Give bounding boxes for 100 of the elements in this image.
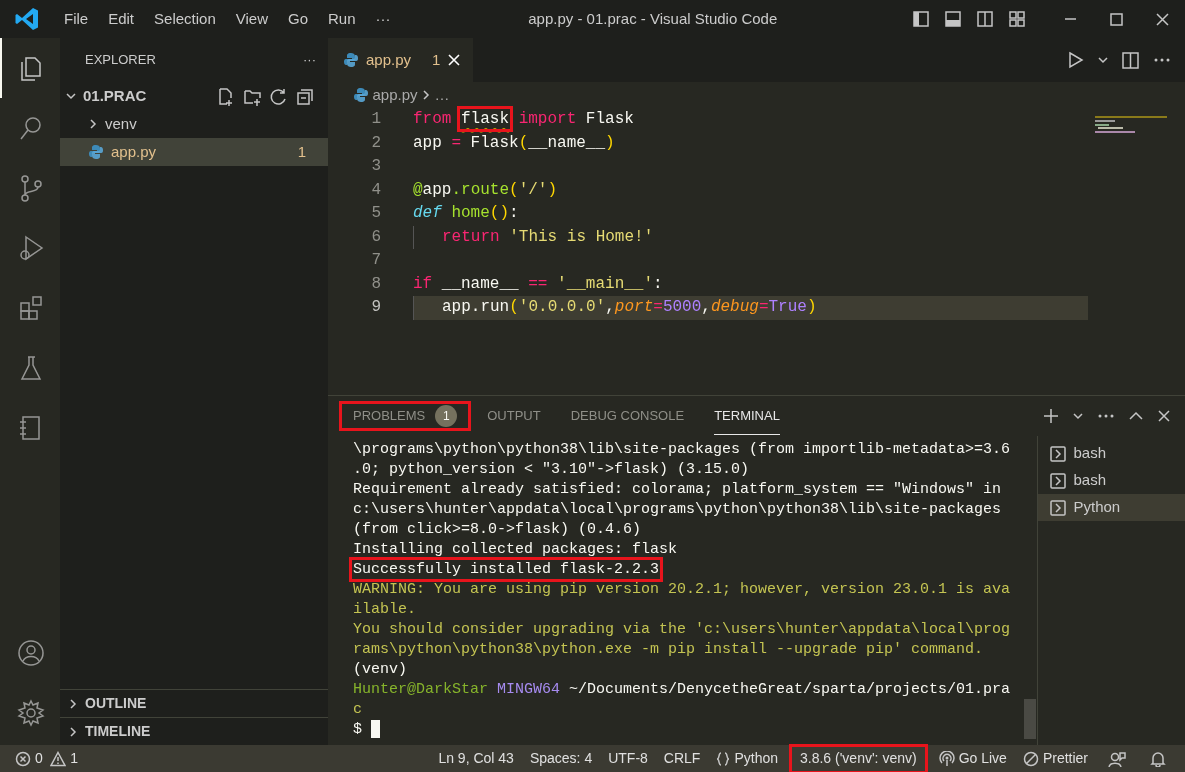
- terminal-line: ilable.: [353, 601, 416, 618]
- layout-split-icon[interactable]: [976, 10, 994, 28]
- chevron-down-icon[interactable]: [1098, 55, 1108, 65]
- run-icon[interactable]: [1068, 51, 1084, 69]
- terminal-list-item[interactable]: bash: [1038, 440, 1185, 467]
- account-icon: [17, 639, 45, 667]
- terminal-line: WARNING: You are using pip version 20.2.1; however, version 23.0.1 is ava: [353, 581, 1011, 598]
- status-item[interactable]: Spaces: 4: [521, 746, 601, 771]
- code-line: def home():: [413, 204, 519, 222]
- terminal-line: Hunter@DarkStar MINGW64 ~/Documents/DenycetheGreat/sparta/projects/01.pra: [353, 681, 1011, 698]
- breadcrumb-item[interactable]: app.py: [372, 83, 418, 107]
- breadcrumb-item[interactable]: …: [434, 83, 450, 107]
- line-number: 3: [370, 156, 382, 177]
- terminal-line: (venv): [353, 661, 407, 678]
- terminal-line: .0; python_version < "3.10"->flask) (3.15.0): [353, 461, 750, 478]
- menu-item[interactable]: Go: [278, 0, 318, 38]
- panel-tab[interactable]: TERMINAL: [699, 396, 795, 436]
- panel-tab[interactable]: PROBLEMS 1: [338, 400, 473, 432]
- panel-tab[interactable]: DEBUG CONSOLE: [555, 396, 700, 436]
- line-number: 5: [370, 203, 382, 224]
- chevron-right-icon: [68, 698, 78, 709]
- folder-header[interactable]: 01.PRAC: [66, 84, 210, 108]
- feedback-icon: [1108, 750, 1126, 767]
- gear-icon: [17, 699, 45, 727]
- plus-icon[interactable]: [1043, 408, 1059, 424]
- file-tree-item[interactable]: venv: [60, 110, 328, 138]
- menu-item[interactable]: View: [225, 0, 278, 38]
- terminal-list-item[interactable]: bash: [1038, 467, 1185, 494]
- layout-panel-icon[interactable]: [944, 10, 962, 28]
- more-actions-button[interactable]: ···: [303, 50, 316, 70]
- status-item[interactable]: UTF-8: [600, 746, 656, 771]
- status-item[interactable]: Go Live: [930, 746, 1015, 771]
- layout-sidebar-icon[interactable]: [912, 10, 930, 28]
- python-icon: [353, 87, 369, 103]
- window-title: app.py - 01.prac - Visual Studio Code: [528, 8, 778, 29]
- terminal-line: c: [353, 701, 362, 718]
- line-number: 8: [370, 273, 382, 295]
- chevron-down-icon[interactable]: [1073, 411, 1083, 421]
- terminal-icon: [1050, 472, 1067, 489]
- status-item[interactable]: Python: [708, 746, 786, 771]
- maximize-icon[interactable]: [1107, 10, 1125, 28]
- maximize-panel-icon[interactable]: [1129, 411, 1143, 421]
- error-icon: [15, 750, 31, 767]
- refresh-icon[interactable]: [269, 86, 288, 106]
- status-item[interactable]: Prettier: [1014, 746, 1096, 771]
- status-item[interactable]: 3.8.6 ('venv': venv): [792, 746, 925, 771]
- line-number: 4: [370, 179, 382, 201]
- menu-item[interactable]: Run: [318, 0, 366, 38]
- code-line: @app.route('/'): [413, 180, 558, 199]
- terminal-line: c:\users\hunter\appdata\local\programs\python\python38\lib\site-packages: [353, 501, 1002, 518]
- terminal-list-item[interactable]: Python: [1038, 494, 1185, 521]
- line-number: 6: [370, 226, 382, 248]
- menu-item[interactable]: ···: [365, 0, 401, 38]
- chevron-right-icon: [421, 90, 432, 100]
- menu-item[interactable]: Edit: [98, 0, 145, 38]
- split-editor-icon[interactable]: [1122, 51, 1139, 69]
- file-tree-item[interactable]: app.py 1: [60, 138, 328, 166]
- more-icon[interactable]: [1097, 413, 1115, 419]
- terminal-icon: [1050, 445, 1067, 462]
- python-icon: [88, 144, 104, 160]
- close-icon[interactable]: [1153, 10, 1171, 28]
- more-icon[interactable]: [1153, 57, 1171, 63]
- code-line: if __name__ == '__main__':: [413, 274, 663, 293]
- status-item[interactable]: Ln 9, Col 43: [430, 746, 522, 771]
- run-debug-icon: [17, 234, 45, 262]
- line-number: 7: [370, 250, 382, 271]
- terminal-line: $: [353, 721, 363, 738]
- scrollbar-thumb[interactable]: [1023, 699, 1036, 739]
- panel-tab[interactable]: OUTPUT: [472, 396, 556, 436]
- line-number: 9: [370, 297, 382, 318]
- terminal-line: \programs\python\python38\lib\site-packages (from importlib-metadata>=3.6: [353, 441, 1011, 458]
- close-icon[interactable]: [1157, 409, 1171, 423]
- problems-status[interactable]: 0 1: [7, 746, 90, 771]
- bell-icon: [1150, 750, 1166, 767]
- line-number: 2: [370, 132, 382, 154]
- section-header[interactable]: OUTLINE: [60, 689, 328, 717]
- count-badge: 1: [435, 405, 458, 427]
- menu-item[interactable]: Selection: [144, 0, 226, 38]
- code-line: return 'This is Home!': [442, 227, 654, 246]
- warning-icon: [50, 750, 67, 767]
- terminal-icon: [1050, 499, 1067, 516]
- prohibited-icon: [1022, 750, 1039, 767]
- braces-icon: [716, 750, 731, 767]
- terminal-line: Requirement already satisfied: colorama; platform_system == "Windows" in: [353, 481, 1002, 498]
- terminal-line: rams\python\python38\python.exe -m pip install --upgrade pip' command.: [353, 641, 984, 658]
- chevron-down-icon: [66, 91, 76, 101]
- broadcast-icon: [938, 750, 955, 767]
- terminal-line: Installing collected packages: flask: [353, 541, 678, 558]
- chevron-right-icon: [68, 726, 78, 737]
- collapse-all-icon[interactable]: [295, 86, 314, 106]
- layout-grid-icon[interactable]: [1008, 10, 1026, 28]
- chevron-right-icon: [88, 119, 98, 129]
- status-item[interactable]: CRLF: [655, 746, 709, 771]
- terminal-line: (from click>=8.0->flask) (0.4.6): [353, 521, 642, 538]
- editor-tab[interactable]: app.py 1: [328, 38, 474, 82]
- extensions-icon: [17, 294, 45, 322]
- code-line: app = Flask(__name__): [413, 133, 615, 152]
- menu-item[interactable]: File: [54, 0, 99, 38]
- python-icon: [343, 52, 359, 68]
- code-line: app.run('0.0.0.0',port=5000,debug=True): [442, 298, 817, 316]
